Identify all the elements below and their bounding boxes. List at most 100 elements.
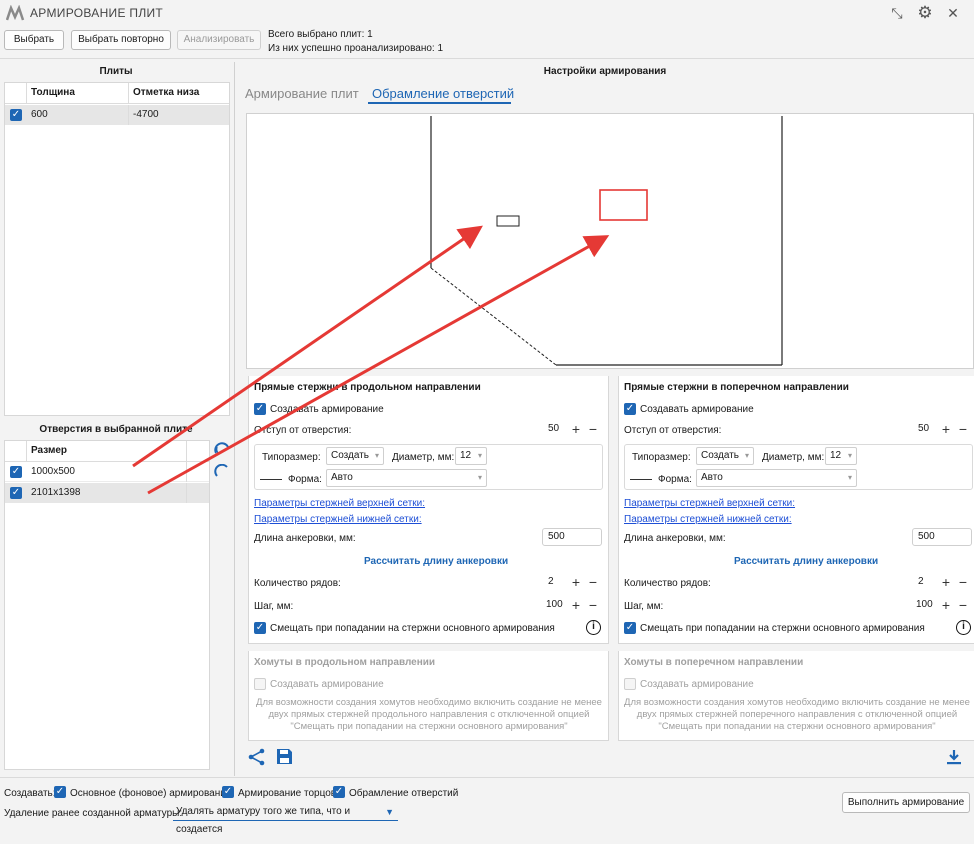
ends-reinforcement-label: Армирование торцов xyxy=(238,788,337,799)
rows-value[interactable]: 2 xyxy=(542,574,569,590)
decrement-button[interactable]: − xyxy=(587,575,599,589)
top-mesh-params-link[interactable]: Параметры стержней верхней сетки: xyxy=(254,498,425,509)
create-label: Создавать армирование xyxy=(270,679,384,690)
save-icon[interactable] xyxy=(276,748,293,765)
stirrups-long-title: Хомуты в продольном направлении xyxy=(254,657,436,668)
increment-button[interactable]: + xyxy=(940,422,952,436)
collapse-icon[interactable]: ⤡ xyxy=(888,4,906,22)
step-label: Шаг, мм: xyxy=(254,601,294,612)
deselect-all-icon[interactable] xyxy=(213,464,231,480)
analyze-button[interactable]: Анализировать xyxy=(177,30,261,50)
header-spacer xyxy=(5,83,27,103)
run-reinforcement-button[interactable]: Выполнить армирование xyxy=(842,792,970,813)
calc-anchor-button[interactable]: Рассчитать длину анкеровки xyxy=(364,556,508,567)
offset-value[interactable]: 50 xyxy=(542,421,569,437)
decrement-button[interactable]: − xyxy=(587,598,599,612)
line-style-icon xyxy=(630,479,652,480)
vertical-splitter[interactable] xyxy=(234,62,235,776)
tab-slab-reinforcement[interactable]: Армирование плит xyxy=(245,86,359,101)
create-checkbox[interactable] xyxy=(254,678,266,690)
increment-button[interactable]: + xyxy=(940,598,952,612)
diameter-dropdown[interactable]: 12 ▾ xyxy=(455,447,487,465)
bottom-mesh-params-link[interactable]: Параметры стержней нижней сетки: xyxy=(254,514,422,525)
create-label: Создавать армирование xyxy=(640,679,754,690)
select-all-icon[interactable] xyxy=(213,441,231,457)
stirrups-trans-title: Хомуты в поперечном направлении xyxy=(624,657,804,668)
shape-dropdown[interactable]: Авто ▾ xyxy=(326,469,487,487)
delete-label: Удаление ранее созданной арматуры: xyxy=(4,808,183,819)
openings-grid-header: Размер xyxy=(5,441,209,462)
rows-value[interactable]: 2 xyxy=(912,574,939,590)
cell-size: 1000x500 xyxy=(27,462,187,482)
shape-label: Форма: xyxy=(288,474,322,485)
create-checkbox[interactable]: ✓ xyxy=(254,403,266,415)
select-button[interactable]: Выбрать xyxy=(4,30,64,50)
tab-opening-framing[interactable]: Обрамление отверстий xyxy=(372,86,514,101)
increment-button[interactable]: + xyxy=(940,575,952,589)
table-row[interactable]: ✓ 600 -4700 xyxy=(5,105,229,125)
bottom-mesh-params-link[interactable]: Параметры стержней нижней сетки: xyxy=(624,514,792,525)
share-icon[interactable] xyxy=(248,748,266,766)
type-value: Создать xyxy=(331,450,370,461)
anchor-input[interactable]: 500 xyxy=(912,528,972,546)
divider xyxy=(0,777,974,778)
row-checkbox[interactable]: ✓ xyxy=(10,466,22,478)
anchor-input[interactable]: 500 xyxy=(542,528,602,546)
type-label: Типоразмер: xyxy=(632,452,691,463)
delete-value: Удалять арматуру того же типа, что и соз… xyxy=(176,806,351,835)
settings-title: Настройки армирования xyxy=(543,66,667,77)
type-dropdown[interactable]: Создать ▾ xyxy=(696,447,754,465)
col-thickness: Толщина xyxy=(27,83,129,103)
type-dropdown[interactable]: Создать ▾ xyxy=(326,447,384,465)
offset-label: Отступ от отверстия: xyxy=(624,425,722,436)
top-mesh-params-link[interactable]: Параметры стержней верхней сетки: xyxy=(624,498,795,509)
table-row[interactable]: ✓ 2101x1398 xyxy=(5,483,209,503)
stirrups-long-note: Для возможности создания хомутов необход… xyxy=(256,697,602,732)
close-icon[interactable]: ✕ xyxy=(944,4,962,22)
opening-framing-checkbox[interactable]: ✓ xyxy=(333,786,345,798)
row-checkbox[interactable]: ✓ xyxy=(10,487,22,499)
anchor-label: Длина анкеровки, мм: xyxy=(624,533,726,544)
row-checkbox[interactable]: ✓ xyxy=(10,109,22,121)
create-checkbox[interactable]: ✓ xyxy=(624,403,636,415)
reselect-button[interactable]: Выбрать повторно xyxy=(71,30,171,50)
increment-button[interactable]: + xyxy=(570,598,582,612)
info-icon[interactable]: i xyxy=(956,620,971,635)
openings-title: Отверстия в выбранной плите xyxy=(39,424,193,435)
step-value[interactable]: 100 xyxy=(542,597,569,613)
rows-label: Количество рядов: xyxy=(624,578,711,589)
info-icon[interactable]: i xyxy=(586,620,601,635)
slabs-title: Плиты xyxy=(99,66,133,77)
shift-checkbox[interactable]: ✓ xyxy=(624,622,636,634)
decrement-button[interactable]: − xyxy=(957,598,969,612)
step-value[interactable]: 100 xyxy=(912,597,939,613)
diameter-dropdown[interactable]: 12 ▾ xyxy=(825,447,857,465)
decrement-button[interactable]: − xyxy=(587,422,599,436)
delete-dropdown[interactable]: Удалять арматуру того же типа, что и соз… xyxy=(173,803,398,835)
chevron-down-icon: ▾ xyxy=(744,451,749,460)
increment-button[interactable]: + xyxy=(570,422,582,436)
create-checkbox[interactable] xyxy=(624,678,636,690)
increment-button[interactable]: + xyxy=(570,575,582,589)
shape-dropdown[interactable]: Авто ▾ xyxy=(696,469,857,487)
cell-size: 2101x1398 xyxy=(27,483,187,503)
gear-icon[interactable]: ⚙ xyxy=(916,4,934,22)
rows-label: Количество рядов: xyxy=(254,578,341,589)
shift-checkbox[interactable]: ✓ xyxy=(254,622,266,634)
main-reinforcement-checkbox[interactable]: ✓ xyxy=(54,786,66,798)
download-icon[interactable] xyxy=(946,749,962,765)
transverse-title: Прямые стержни в поперечном направлении xyxy=(624,382,849,393)
calc-anchor-button[interactable]: Рассчитать длину анкеровки xyxy=(734,556,878,567)
offset-label: Отступ от отверстия: xyxy=(254,425,352,436)
table-row[interactable]: ✓ 1000x500 xyxy=(5,462,209,482)
offset-value[interactable]: 50 xyxy=(912,421,939,437)
divider xyxy=(0,58,974,59)
decrement-button[interactable]: − xyxy=(957,422,969,436)
cell-thickness: 600 xyxy=(27,105,129,125)
app-title: АРМИРОВАНИЕ ПЛИТ xyxy=(30,6,164,20)
decrement-button[interactable]: − xyxy=(957,575,969,589)
diameter-label: Диаметр, мм: xyxy=(762,452,825,463)
ends-reinforcement-checkbox[interactable]: ✓ xyxy=(222,786,234,798)
col-bottom-mark: Отметка низа xyxy=(133,87,200,98)
opening-framing-label: Обрамление отверстий xyxy=(349,788,459,799)
